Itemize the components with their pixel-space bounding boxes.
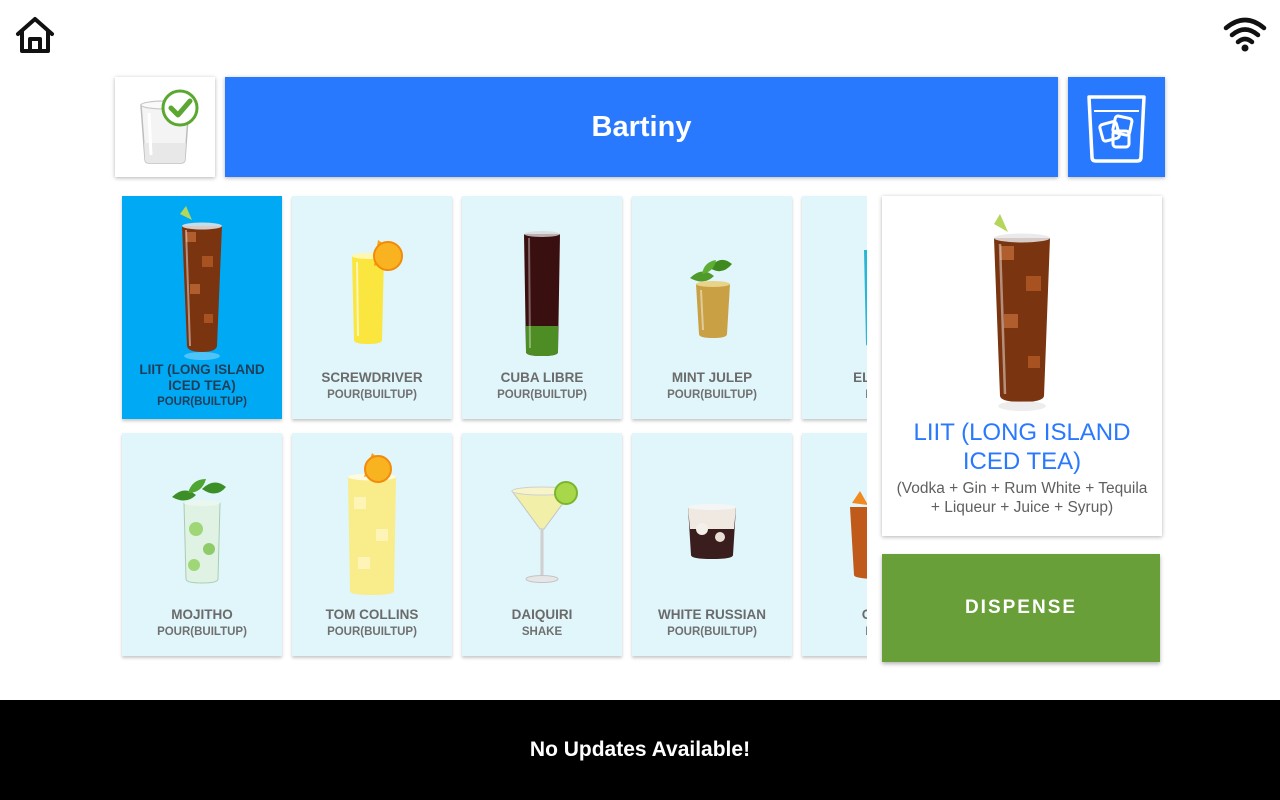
- drink-tile-screwdriver[interactable]: SCREWDRIVER POUR(BUILTUP): [292, 196, 452, 419]
- drink-tile-tom-collins[interactable]: TOM COLLINS POUR(BUILTUP): [292, 433, 452, 656]
- detail-drink-name: LIIT (LONG ISLAND ICED TEA): [913, 419, 1131, 475]
- drink-method: POUR(BUILTUP): [667, 389, 757, 401]
- app-title: Bartiny: [591, 110, 692, 143]
- liit-drink-image: [180, 206, 222, 360]
- drink-name: DAIQUIRI: [511, 607, 573, 622]
- wifi-icon: [1222, 15, 1268, 53]
- drink-detail-card: LIIT (LONG ISLAND ICED TEA) (Vodka + Gin…: [882, 196, 1162, 536]
- drink-method: POUR(BUILTUP): [157, 626, 247, 638]
- drink-tile-daiquiri[interactable]: DAIQUIRI SHAKE: [462, 433, 622, 656]
- drink-name: WHITE RUSSIAN: [658, 607, 766, 622]
- daiquiri-drink-image: [511, 481, 578, 583]
- drink-tile-cuba-libre[interactable]: CUBA LIBRE POUR(BUILTUP): [462, 196, 622, 419]
- drink-method: POUR(BUILTUP): [497, 389, 587, 401]
- status-bar: No Updates Available!: [0, 700, 1280, 800]
- drink-method: POUR: [806, 389, 867, 401]
- bartiny-app: Bartiny LIIT (LONG ISLAND ICED TEA) POUR…: [0, 0, 1280, 800]
- dispense-button[interactable]: DISPENSE: [882, 554, 1160, 662]
- drink-name: MOJITHO: [171, 607, 233, 622]
- drink-name: ELECTRI: [853, 370, 867, 385]
- drink-tile-electric[interactable]: ELECTRI POUR: [802, 196, 867, 419]
- mint-julep-drink-image: [690, 259, 732, 338]
- drink-method: POUR: [806, 626, 867, 638]
- drink-tile-mojitho[interactable]: MOJITHO POUR(BUILTUP): [122, 433, 282, 656]
- drink-grid[interactable]: LIIT (LONG ISLAND ICED TEA) POUR(BUILTUP…: [118, 190, 867, 670]
- detail-ingredients: (Vodka + Gin + Rum White + Tequila + Liq…: [896, 480, 1148, 516]
- ice-glass-icon: [1087, 95, 1146, 163]
- home-button[interactable]: [14, 15, 56, 55]
- glass-status-indicator: [115, 77, 215, 177]
- drink-method: POUR(BUILTUP): [327, 626, 417, 638]
- glass-check-icon: [140, 89, 199, 164]
- screwdriver-drink-image: [352, 240, 403, 344]
- cuba-libre-drink-image: [524, 231, 560, 356]
- dispense-label: DISPENSE: [964, 597, 1078, 618]
- drink-method: POUR(BUILTUP): [327, 389, 417, 401]
- status-message: No Updates Available!: [529, 738, 751, 761]
- drink-name: MINT JULEP: [671, 370, 753, 385]
- detail-drink-image: [994, 214, 1050, 411]
- drink-name: OLD F: [806, 607, 867, 623]
- drink-method: POUR(BUILTUP): [157, 396, 247, 408]
- drink-name: CUBA LIBRE: [500, 370, 584, 385]
- drink-tile-white-russian[interactable]: WHITE RUSSIAN POUR(BUILTUP): [632, 433, 792, 656]
- tom-collins-drink-image: [348, 453, 396, 595]
- drink-tile-liit[interactable]: LIIT (LONG ISLAND ICED TEA) POUR(BUILTUP…: [122, 196, 282, 419]
- title-bar: Bartiny: [225, 77, 1058, 177]
- mojitho-drink-image: [172, 479, 226, 584]
- drink-method: SHAKE: [521, 626, 563, 638]
- drink-name: TOM COLLINS: [325, 607, 419, 622]
- old-fashioned-drink-image: [850, 491, 867, 579]
- ice-button[interactable]: [1068, 77, 1165, 177]
- drink-method: POUR(BUILTUP): [667, 626, 757, 638]
- white-russian-drink-image: [688, 504, 736, 559]
- home-icon: [16, 17, 54, 53]
- drink-tile-old-fashioned[interactable]: OLD F POUR: [802, 433, 867, 656]
- drink-name: LIIT (LONG ISLAND ICED TEA): [139, 362, 265, 393]
- drink-name: SCREWDRIVER: [321, 370, 423, 385]
- drink-tile-mint-julep[interactable]: MINT JULEP POUR(BUILTUP): [632, 196, 792, 419]
- electric-drink-image: [864, 250, 867, 346]
